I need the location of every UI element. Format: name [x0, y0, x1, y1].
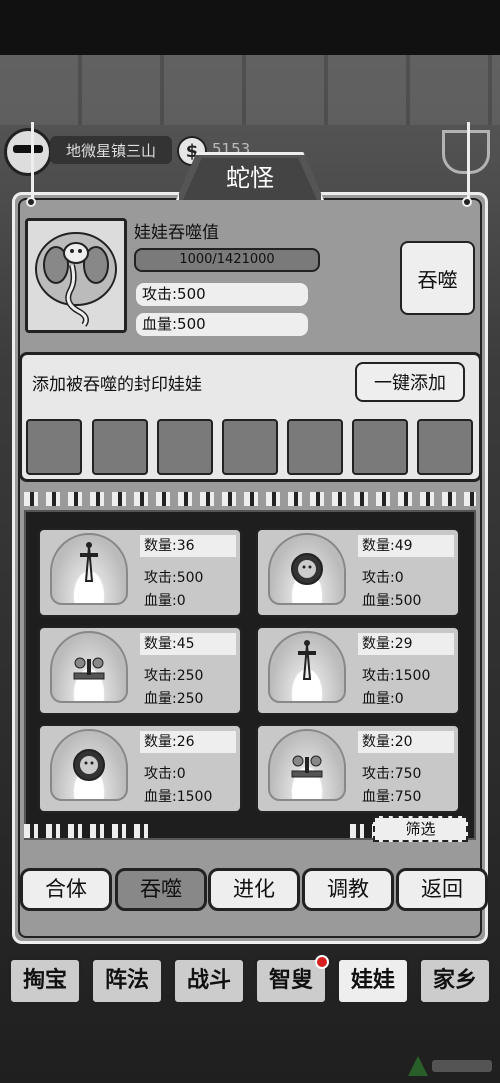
item-count: 数量:45	[140, 633, 236, 655]
nav-treasure[interactable]: 掏宝	[8, 957, 82, 1005]
pin-icon	[26, 197, 36, 207]
item-attack: 攻击:0	[362, 570, 404, 586]
seal-slot[interactable]	[222, 419, 278, 475]
item-hp: 血量:0	[362, 691, 404, 707]
nav-hometown[interactable]: 家乡	[418, 957, 492, 1005]
item-hp: 血量:1500	[144, 789, 213, 805]
devour-value-label: 娃娃吞噬值	[134, 223, 219, 243]
monster-attack: 攻击:500	[136, 283, 308, 306]
devour-progress-bar: 1000/1421000	[134, 248, 320, 272]
seal-slot[interactable]	[157, 419, 213, 475]
devour-tab-button[interactable]: 吞噬	[115, 868, 207, 911]
devour-button[interactable]: 吞噬	[400, 241, 475, 315]
monster-portrait	[25, 218, 127, 333]
item-attack: 攻击:1500	[362, 668, 431, 684]
nav-formation[interactable]: 阵法	[90, 957, 164, 1005]
hanging-rope-right	[467, 122, 470, 202]
item-attack: 攻击:0	[144, 766, 186, 782]
fence-decoration	[350, 824, 374, 838]
sword-icon	[268, 631, 346, 703]
fence-decoration	[24, 824, 152, 838]
pin-icon	[462, 197, 472, 207]
seal-slot[interactable]	[92, 419, 148, 475]
scale-icon	[268, 729, 346, 801]
evolve-button[interactable]: 进化	[208, 868, 300, 911]
fence-decoration	[24, 492, 476, 506]
scale-icon	[50, 631, 128, 703]
nav-battle[interactable]: 战斗	[172, 957, 246, 1005]
monster-hp: 血量:500	[136, 313, 308, 336]
item-hp: 血量:500	[362, 593, 422, 609]
filter-button[interactable]: 筛选	[373, 816, 468, 842]
item-count: 数量:20	[358, 731, 454, 753]
hanging-rope-left	[31, 122, 34, 202]
notification-badge	[315, 955, 329, 969]
item-attack: 攻击:500	[144, 570, 204, 586]
merge-button[interactable]: 合体	[20, 868, 112, 911]
item-count: 数量:36	[140, 535, 236, 557]
seal-title: 添加被吞噬的封印娃娃	[32, 375, 202, 395]
coin-face-icon	[50, 729, 128, 801]
stone-wall	[0, 55, 500, 125]
seal-slot[interactable]	[417, 419, 473, 475]
player-avatar[interactable]	[4, 128, 52, 176]
top-band	[0, 0, 500, 55]
watermark-logo	[408, 1056, 492, 1076]
seal-slot[interactable]	[287, 419, 343, 475]
snake-monster-icon	[28, 221, 124, 330]
item-count: 数量:29	[358, 633, 454, 655]
coin-face-icon	[268, 533, 346, 605]
location-label: 地微星镇三山	[50, 136, 172, 164]
back-button[interactable]: 返回	[396, 868, 488, 911]
item-hp: 血量:750	[362, 789, 422, 805]
panel-title: 蛇怪	[226, 164, 274, 192]
sword-icon	[50, 533, 128, 605]
item-count: 数量:26	[140, 731, 236, 753]
add-all-button[interactable]: 一键添加	[355, 362, 465, 402]
seal-slot[interactable]	[26, 419, 82, 475]
item-count: 数量:49	[358, 535, 454, 557]
item-attack: 攻击:250	[144, 668, 204, 684]
nav-dolls[interactable]: 娃娃	[336, 957, 410, 1005]
seal-slot[interactable]	[352, 419, 408, 475]
train-button[interactable]: 调教	[302, 868, 394, 911]
item-hp: 血量:250	[144, 691, 204, 707]
trophy-icon[interactable]	[442, 130, 490, 174]
item-hp: 血量:0	[144, 593, 186, 609]
item-attack: 攻击:750	[362, 766, 422, 782]
